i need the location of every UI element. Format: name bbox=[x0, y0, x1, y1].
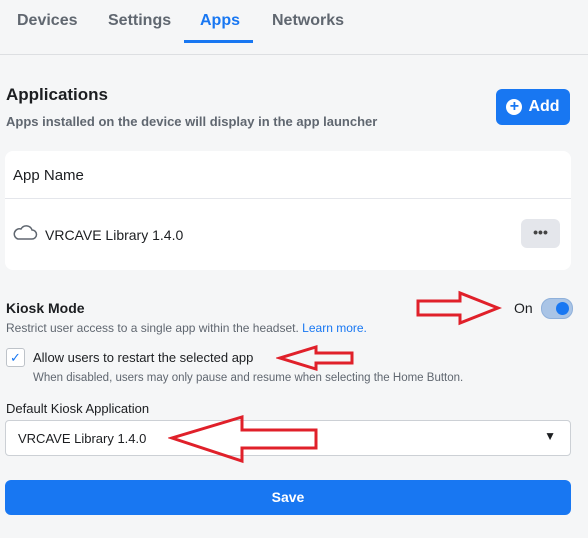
divider bbox=[5, 198, 571, 199]
annotation-arrow-icon bbox=[416, 290, 502, 326]
annotation-arrow-icon bbox=[276, 345, 354, 371]
active-tab-indicator bbox=[184, 40, 253, 43]
selected-app-value: VRCAVE Library 1.4.0 bbox=[18, 431, 147, 446]
tab-settings[interactable]: Settings bbox=[108, 12, 171, 30]
annotation-arrow-icon bbox=[168, 414, 318, 464]
learn-more-link[interactable]: Learn more. bbox=[302, 321, 367, 335]
checkmark-icon: ✓ bbox=[10, 350, 21, 365]
caret-down-icon: ▼ bbox=[544, 429, 556, 443]
allow-restart-help: When disabled, users may only pause and … bbox=[33, 372, 464, 384]
kiosk-mode-title: Kiosk Mode bbox=[6, 300, 85, 316]
kiosk-mode-toggle[interactable] bbox=[541, 298, 573, 319]
app-name-column-header: App Name bbox=[13, 167, 84, 184]
save-button[interactable]: Save bbox=[5, 480, 571, 515]
add-button-label: Add bbox=[528, 98, 560, 115]
applications-subtitle: Apps installed on the device will displa… bbox=[6, 114, 378, 129]
tab-devices[interactable]: Devices bbox=[17, 12, 78, 30]
app-more-options-button[interactable]: ••• bbox=[521, 219, 560, 248]
kiosk-toggle-label: On bbox=[514, 300, 533, 316]
cloud-icon bbox=[12, 225, 38, 246]
default-kiosk-app-label: Default Kiosk Application bbox=[6, 401, 150, 416]
allow-restart-label: Allow users to restart the selected app bbox=[33, 350, 254, 365]
add-app-button[interactable]: + Add bbox=[496, 89, 570, 125]
toggle-knob bbox=[556, 302, 569, 315]
kiosk-description-text: Restrict user access to a single app wit… bbox=[6, 321, 299, 335]
kiosk-description: Restrict user access to a single app wit… bbox=[6, 321, 367, 335]
app-name[interactable]: VRCAVE Library 1.4.0 bbox=[45, 227, 183, 243]
tab-bar: Devices Settings Apps Networks bbox=[0, 0, 588, 55]
apps-table: App Name VRCAVE Library 1.4.0 ••• bbox=[5, 151, 571, 270]
allow-restart-checkbox[interactable]: ✓ bbox=[6, 348, 25, 367]
tab-apps[interactable]: Apps bbox=[200, 12, 240, 30]
tab-networks[interactable]: Networks bbox=[272, 12, 344, 30]
applications-title: Applications bbox=[6, 85, 109, 104]
plus-circle-icon: + bbox=[506, 99, 523, 115]
